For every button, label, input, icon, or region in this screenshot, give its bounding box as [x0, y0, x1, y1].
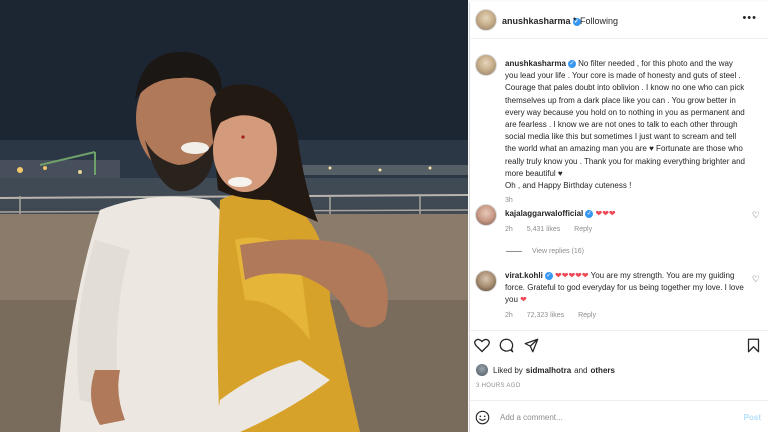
comment-meta: 2h 72,323 likes Reply	[505, 312, 608, 319]
author-username[interactable]: anushkasharma ✓	[502, 16, 581, 26]
comment-end-heart: ❤	[520, 295, 527, 305]
action-bar	[470, 330, 768, 360]
comment-likes[interactable]: 72,323 likes	[527, 312, 564, 319]
post-comment-button[interactable]: Post	[744, 413, 761, 422]
verified-badge-icon: ✓	[585, 209, 594, 218]
caption-body-2: Oh , and Happy Birthday cuteness !	[505, 181, 632, 191]
post-photo[interactable]	[0, 0, 468, 432]
commenter-avatar[interactable]	[475, 204, 497, 226]
post-header: anushkasharma ✓ • Following •••	[470, 2, 768, 39]
caption-text: anushkasharma ✓ No filter needed , for th…	[505, 58, 747, 192]
following-button[interactable]: Following	[580, 16, 618, 26]
comment-text: virat.kohli ✓ ❤❤❤❤❤ You are my strength. …	[505, 270, 747, 307]
comment-like-icon[interactable]: ♡	[752, 274, 760, 285]
view-replies-text[interactable]: View replies (16)	[532, 248, 584, 255]
commenter-username[interactable]: kajalaggarwalofficial	[505, 209, 583, 218]
share-icon[interactable]	[524, 338, 539, 353]
comment-likes[interactable]: 5,431 likes	[527, 226, 560, 233]
author-avatar[interactable]	[475, 9, 497, 31]
author-username-text[interactable]: anushkasharma	[502, 16, 571, 26]
caption-meta: 3h	[505, 197, 525, 204]
liked-by-prefix: Liked by	[493, 365, 523, 375]
verified-badge-icon: ✓	[567, 59, 576, 68]
more-options-icon[interactable]: •••	[742, 12, 757, 24]
caption-age[interactable]: 3h	[505, 197, 513, 204]
comment-reply[interactable]: Reply	[574, 226, 592, 233]
post-timestamp[interactable]: 3 HOURS AGO	[476, 383, 521, 389]
comment-text: kajalaggarwalofficial ✓ ❤❤❤	[505, 208, 747, 220]
post-detail-panel: anushkasharma ✓ • Following ••• anushkash…	[469, 2, 768, 432]
view-replies-link[interactable]: View replies (16)	[506, 248, 584, 255]
commenter-avatar[interactable]	[475, 270, 497, 292]
comment-hearts: ❤❤❤	[595, 209, 616, 218]
separator-dot: •	[573, 14, 577, 24]
comment-input[interactable]: Add a comment...	[500, 413, 563, 422]
liked-by-others[interactable]: others	[591, 366, 615, 375]
comment-icon[interactable]	[499, 338, 514, 353]
commenter-username[interactable]: virat.kohli	[505, 271, 543, 280]
couple-photo-illustration	[0, 0, 468, 432]
caption-body: No filter needed , for this photo and th…	[505, 59, 745, 178]
comment-age[interactable]: 2h	[505, 226, 513, 233]
comment-reply[interactable]: Reply	[578, 312, 596, 319]
caption-username[interactable]: anushkasharma	[505, 59, 566, 68]
comment-age[interactable]: 2h	[505, 312, 513, 319]
add-comment-bar: Add a comment... Post	[470, 400, 768, 432]
comment-meta: 2h 5,431 likes Reply	[505, 226, 604, 233]
caption-avatar[interactable]	[475, 54, 497, 76]
replies-divider	[506, 250, 522, 252]
smiley-icon[interactable]	[475, 410, 490, 425]
liked-by-user[interactable]: sidmalhotra	[526, 366, 571, 375]
verified-badge-icon: ✓	[544, 271, 553, 280]
liked-by-and: and	[574, 365, 588, 375]
comment-hearts: ❤❤❤❤❤	[555, 271, 589, 280]
heart-icon[interactable]	[474, 338, 490, 353]
liked-by-line: Liked by sidmalhotra and others	[476, 364, 618, 376]
comments-list[interactable]: anushkasharma ✓ No filter needed , for th…	[470, 40, 768, 328]
bookmark-icon[interactable]	[747, 338, 760, 353]
comment-like-icon[interactable]: ♡	[752, 210, 760, 221]
liker-avatar[interactable]	[476, 364, 488, 376]
